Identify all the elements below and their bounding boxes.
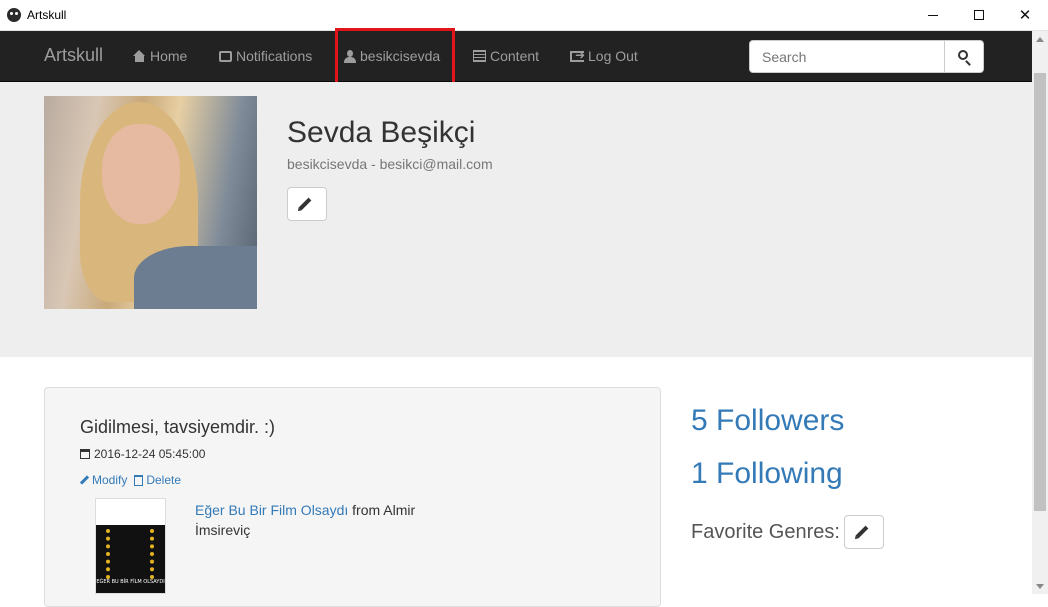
profile-name: Sevda Beşikçi <box>287 116 475 150</box>
delete-link[interactable]: Delete <box>146 473 181 487</box>
post-date: 2016-12-24 05:45:00 <box>80 447 205 461</box>
scrollbar[interactable] <box>1032 31 1048 594</box>
search-icon <box>958 50 968 60</box>
post-date-text: 2016-12-24 05:45:00 <box>94 447 205 461</box>
pencil-icon <box>856 526 869 539</box>
search-input[interactable] <box>749 40 945 73</box>
trash-icon <box>134 475 143 486</box>
favorite-genres-label: Favorite Genres: <box>691 521 840 544</box>
poster-caption: EĞER BU BİR FİLM OLSAYDI <box>96 579 165 585</box>
post-actions: Modify Delete <box>80 473 181 487</box>
close-button[interactable]: ✕ <box>1002 0 1048 30</box>
avatar <box>44 96 257 309</box>
nav-content[interactable]: Content <box>473 31 539 81</box>
window-titlebar: Artskull ✕ <box>0 0 1048 31</box>
minimize-button[interactable] <box>910 0 956 30</box>
inbox-icon <box>219 51 232 62</box>
avatar-jacket <box>134 246 257 309</box>
profile-header: Sevda Beşikçi besikcisevda - besikci@mai… <box>0 82 1032 357</box>
calendar-icon <box>80 449 90 459</box>
scroll-down-icon[interactable] <box>1036 584 1044 589</box>
following-link[interactable]: 1 Following <box>691 457 843 491</box>
nav-notifications[interactable]: Notifications <box>219 31 312 81</box>
nav-notifications-label: Notifications <box>236 48 312 64</box>
logout-icon <box>570 51 584 62</box>
pencil-icon <box>80 475 89 484</box>
close-icon: ✕ <box>1019 6 1032 24</box>
film-info: Eğer Bu Bir Film Olsaydı from Almir İmsi… <box>195 500 435 540</box>
nav-logout-label: Log Out <box>588 48 638 64</box>
window-title: Artskull <box>27 8 66 22</box>
app-skull-icon <box>7 8 21 22</box>
highlight-box <box>335 28 455 85</box>
edit-genres-button[interactable] <box>844 515 884 549</box>
nav-home-label: Home <box>150 48 187 64</box>
list-icon <box>473 50 486 62</box>
followers-link[interactable]: 5 Followers <box>691 404 844 438</box>
pencil-icon <box>299 198 312 211</box>
brand-link[interactable]: Artskull <box>44 45 103 66</box>
film-link[interactable]: Eğer Bu Bir Film Olsaydı <box>195 502 348 518</box>
poster-filmstrip <box>106 529 154 579</box>
edit-profile-button[interactable] <box>287 187 327 221</box>
search-button[interactable] <box>944 40 984 73</box>
scroll-up-icon[interactable] <box>1036 37 1044 42</box>
home-icon <box>133 50 146 62</box>
nav-logout[interactable]: Log Out <box>570 31 638 81</box>
minimize-icon <box>928 15 938 16</box>
post-card: Gidilmesi, tavsiyemdir. :) 2016-12-24 05… <box>44 387 661 607</box>
maximize-button[interactable] <box>956 0 1002 30</box>
modify-link[interactable]: Modify <box>92 473 127 487</box>
poster-top <box>96 499 165 525</box>
scroll-thumb[interactable] <box>1034 73 1046 511</box>
film-poster[interactable]: EĞER BU BİR FİLM OLSAYDI <box>95 498 166 594</box>
nav-home[interactable]: Home <box>133 31 187 81</box>
post-title: Gidilmesi, tavsiyemdir. :) <box>80 417 275 438</box>
profile-subtitle: besikcisevda - besikci@mail.com <box>287 156 493 172</box>
maximize-icon <box>974 10 984 20</box>
nav-content-label: Content <box>490 48 539 64</box>
avatar-face <box>102 124 180 224</box>
